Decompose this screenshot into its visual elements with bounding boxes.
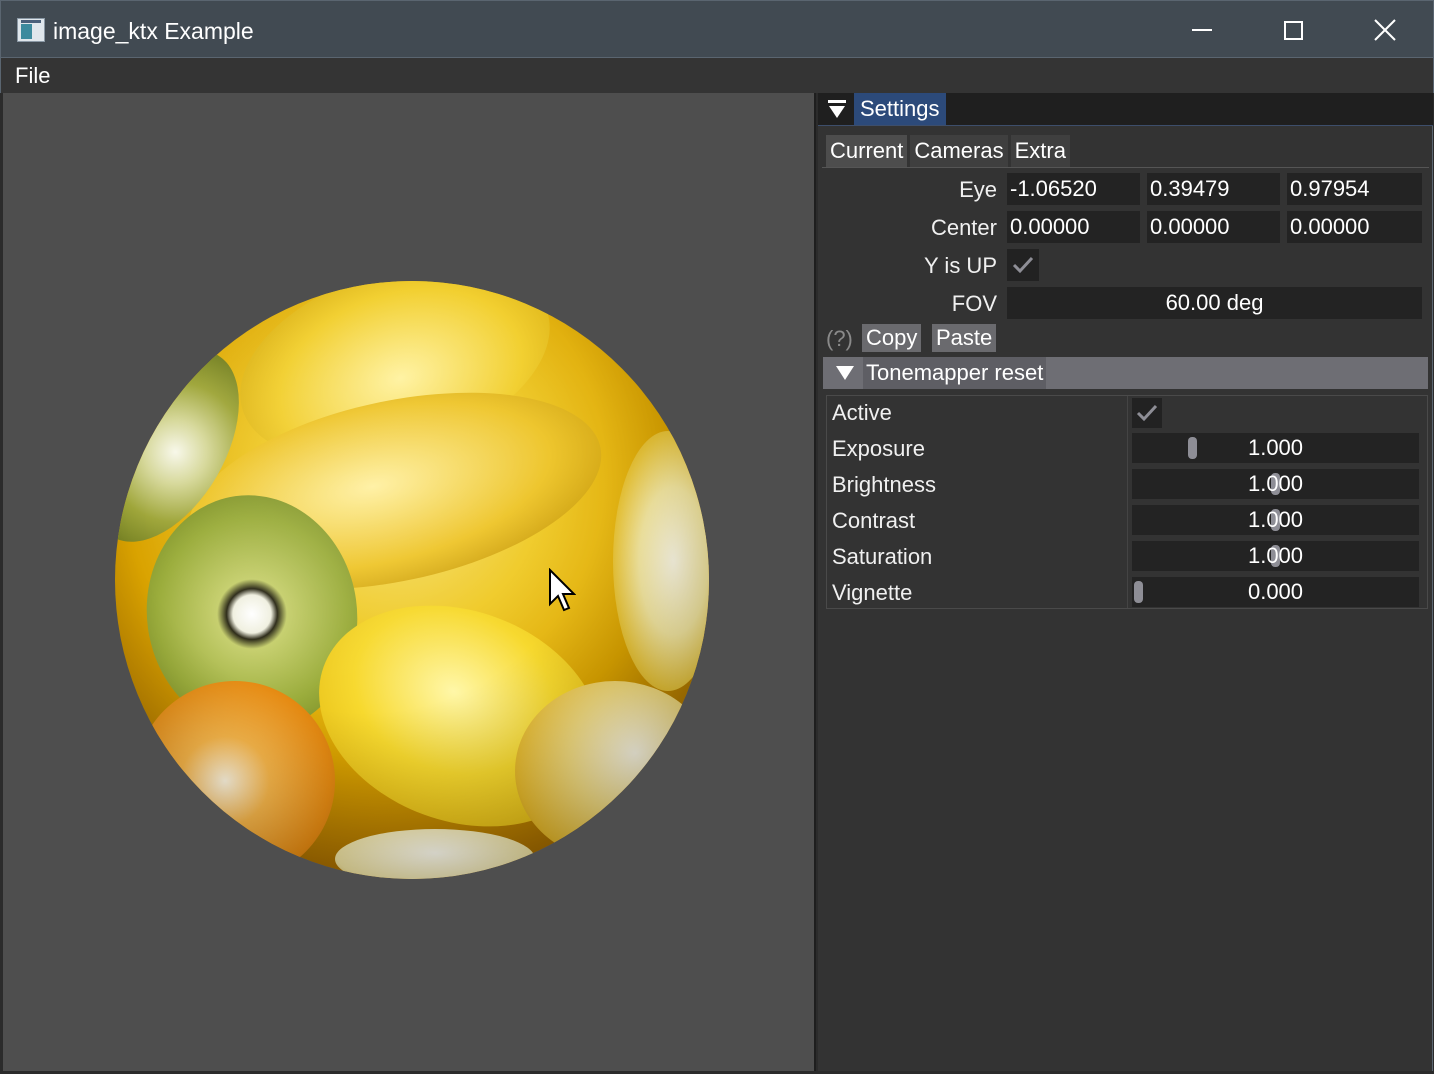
copy-button[interactable]: Copy: [862, 324, 922, 352]
tab-divider: [822, 167, 1429, 168]
minimize-button[interactable]: [1156, 1, 1248, 59]
settings-title: Settings: [854, 93, 946, 125]
column-divider: [1127, 396, 1128, 608]
center-z-field[interactable]: 0.00000: [1287, 211, 1422, 243]
tab-cameras[interactable]: Cameras: [910, 135, 1008, 167]
contrast-value: 1.000: [1247, 507, 1304, 532]
saturation-slider[interactable]: 1.000: [1132, 541, 1419, 571]
slider-grab[interactable]: [1188, 437, 1197, 459]
help-marker[interactable]: (?): [826, 326, 853, 352]
settings-panel: Settings Current Cameras Extra Eye -1.06…: [818, 93, 1433, 1071]
collapse-arrow-icon[interactable]: [828, 100, 846, 120]
active-checkbox[interactable]: [1132, 398, 1162, 428]
tab-current[interactable]: Current: [826, 135, 908, 167]
minimize-icon: [1192, 29, 1212, 31]
contrast-label: Contrast: [832, 508, 916, 533]
checkmark-icon: [1136, 404, 1158, 422]
eye-z-field[interactable]: 0.97954: [1287, 173, 1422, 205]
center-label: Center: [930, 215, 997, 240]
exposure-label: Exposure: [832, 436, 925, 461]
tonemapper-header[interactable]: Tonemapper reset: [823, 357, 1428, 389]
settings-header[interactable]: Settings: [818, 93, 1433, 126]
fov-slider[interactable]: 60.00 deg: [1007, 287, 1422, 319]
render-viewport[interactable]: [3, 93, 816, 1071]
saturation-label: Saturation: [832, 544, 933, 569]
eye-label: Eye: [959, 177, 997, 202]
textured-sphere[interactable]: [115, 281, 709, 879]
vignette-label: Vignette: [832, 580, 913, 605]
checkmark-icon: [1012, 256, 1034, 274]
camera-tabs: Current Cameras Extra: [826, 135, 1070, 167]
maximize-icon: [1283, 20, 1303, 40]
maximize-button[interactable]: [1247, 1, 1339, 59]
close-button[interactable]: [1339, 1, 1431, 59]
vignette-value: 0.000: [1247, 579, 1304, 604]
brightness-label: Brightness: [832, 472, 936, 497]
mouse-cursor-icon: [549, 568, 576, 612]
center-y-field[interactable]: 0.00000: [1147, 211, 1280, 243]
slider-grab[interactable]: [1134, 581, 1143, 603]
tonemapper-title: Tonemapper reset: [863, 357, 1047, 389]
sphere-shading: [115, 281, 709, 879]
close-icon: [1374, 19, 1396, 41]
tonemapper-table: Active Exposure 1.000 Brightness 1.000 C…: [826, 395, 1428, 609]
brightness-value: 1.000: [1247, 471, 1304, 496]
fov-label: FOV: [951, 291, 997, 316]
contrast-slider[interactable]: 1.000: [1132, 505, 1419, 535]
eye-x-field[interactable]: -1.06520: [1007, 173, 1140, 205]
vignette-slider[interactable]: 0.000: [1132, 577, 1419, 607]
exposure-slider[interactable]: 1.000: [1132, 433, 1419, 463]
active-label: Active: [832, 400, 892, 425]
eye-y-field[interactable]: 0.39479: [1147, 173, 1280, 205]
brightness-slider[interactable]: 1.000: [1132, 469, 1419, 499]
saturation-value: 1.000: [1247, 543, 1304, 568]
expanded-arrow-icon: [836, 366, 854, 380]
title-bar[interactable]: image_ktx Example: [0, 0, 1434, 58]
paste-button[interactable]: Paste: [932, 324, 997, 352]
center-x-field[interactable]: 0.00000: [1007, 211, 1140, 243]
app-window-icon: [17, 18, 45, 42]
tab-extra[interactable]: Extra: [1010, 135, 1070, 167]
y-up-checkbox[interactable]: [1007, 249, 1039, 281]
y-up-label: Y is UP: [924, 253, 997, 278]
window-title: image_ktx Example: [53, 18, 254, 44]
menu-file[interactable]: File: [15, 63, 50, 89]
exposure-value: 1.000: [1247, 435, 1304, 460]
menu-bar: File: [0, 58, 1434, 93]
